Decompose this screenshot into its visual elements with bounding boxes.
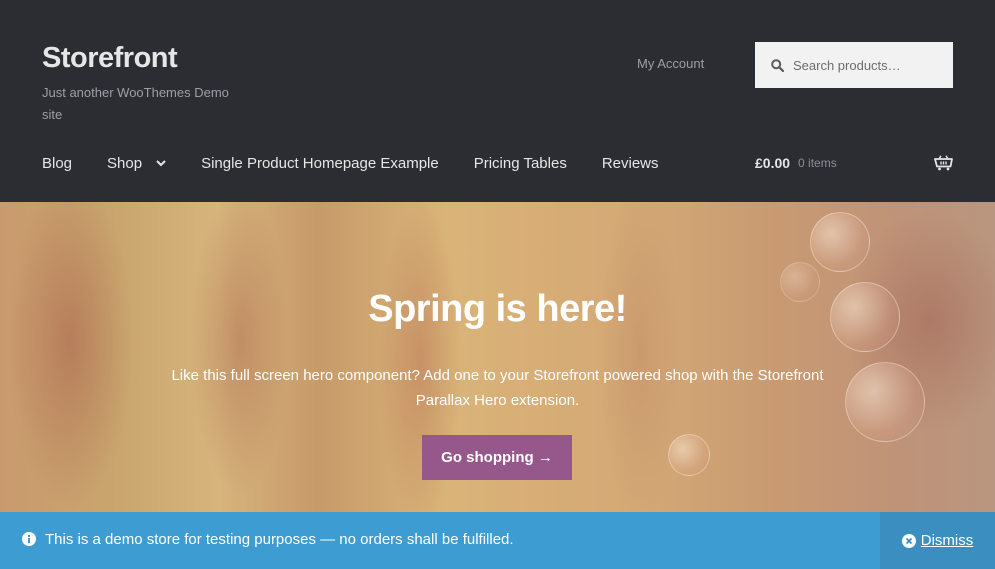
nav-item-reviews[interactable]: Reviews (602, 155, 659, 172)
nav-item-single-product-homepage[interactable]: Single Product Homepage Example (201, 155, 439, 172)
header-cart[interactable]: £0.00 0 items (755, 150, 953, 176)
nav-item-label: Single Product Homepage Example (201, 154, 439, 172)
dismiss-button[interactable]: Dismiss (880, 512, 995, 569)
site-title[interactable]: Storefront (42, 42, 178, 75)
nav-item-pricing-tables[interactable]: Pricing Tables (474, 155, 567, 172)
nav-item-label: Shop (107, 154, 143, 172)
search-box[interactable] (755, 42, 953, 88)
notice-text: This is a demo store for testing purpose… (45, 531, 514, 548)
dismiss-label: Dismiss (920, 532, 974, 549)
search-icon (771, 58, 784, 72)
decorative-bead (845, 362, 925, 442)
nav-item-label: Reviews (601, 154, 659, 172)
nav-item-shop[interactable]: Shop (107, 155, 166, 172)
site-header: Storefront Just another WooThemes Demo s… (0, 0, 995, 202)
hero-description: Like this full screen hero component? Ad… (171, 367, 824, 409)
decorative-bead (810, 212, 870, 272)
my-account-link[interactable]: My Account (637, 56, 704, 71)
hero-title: Spring is here! (368, 288, 627, 330)
cart-amount: £0.00 (755, 155, 791, 171)
hero-banner: Spring is here! Like this full screen he… (0, 202, 995, 512)
search-input[interactable] (793, 57, 943, 73)
decorative-bubble (668, 434, 710, 476)
cart-item-count: 0 items (798, 156, 837, 170)
close-icon (901, 533, 916, 548)
nav-item-label: Pricing Tables (473, 154, 567, 172)
cart-icon[interactable] (934, 155, 953, 171)
nav-item-blog[interactable]: Blog (42, 155, 72, 172)
demo-store-notice: This is a demo store for testing purpose… (0, 512, 995, 569)
site-tagline: Just another WooThemes Demo site (42, 85, 229, 122)
primary-navigation: Blog Shop Single Product Homepage Exampl… (42, 150, 694, 176)
go-shopping-button[interactable]: Go shopping → (422, 435, 572, 480)
chevron-down-icon[interactable] (156, 159, 166, 167)
nav-item-label: Blog (42, 154, 73, 172)
info-icon (22, 532, 36, 546)
